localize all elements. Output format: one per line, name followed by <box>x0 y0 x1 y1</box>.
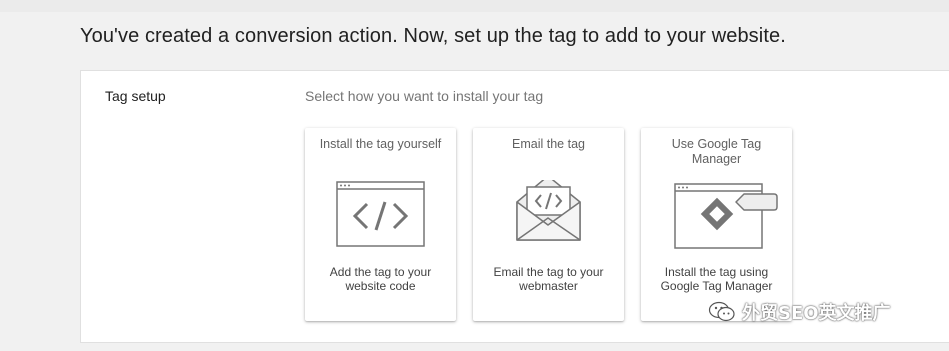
card-description: Install the tag using Google Tag Manager <box>660 265 773 293</box>
tag-setup-label: Tag setup <box>105 88 166 104</box>
google-tag-manager-card[interactable]: Use Google Tag Manager Install the tag u… <box>641 128 792 321</box>
tag-manager-icon <box>674 183 778 249</box>
watermark: 外贸SEO英文推广 <box>708 297 891 327</box>
card-title: Email the tag <box>512 137 585 151</box>
watermark-text: 外贸SEO英文推广 <box>742 303 891 324</box>
card-title: Install the tag yourself <box>319 137 442 151</box>
top-strip <box>0 0 949 12</box>
email-tag-card[interactable]: Email the tag Email the tag to your webm… <box>473 128 624 321</box>
install-yourself-card[interactable]: Install the tag yourself Add the tag to … <box>305 128 456 321</box>
envelope-code-icon <box>516 180 581 241</box>
card-title: Use Google Tag Manager <box>671 137 762 166</box>
card-description: Email the tag to your webmaster <box>493 265 604 293</box>
browser-code-icon <box>336 181 425 247</box>
card-description: Add the tag to your website code <box>329 265 432 293</box>
wechat-icon <box>708 301 735 322</box>
page-headline: You've created a conversion action. Now,… <box>80 25 786 47</box>
tag-setup-prompt: Select how you want to install your tag <box>305 88 544 104</box>
